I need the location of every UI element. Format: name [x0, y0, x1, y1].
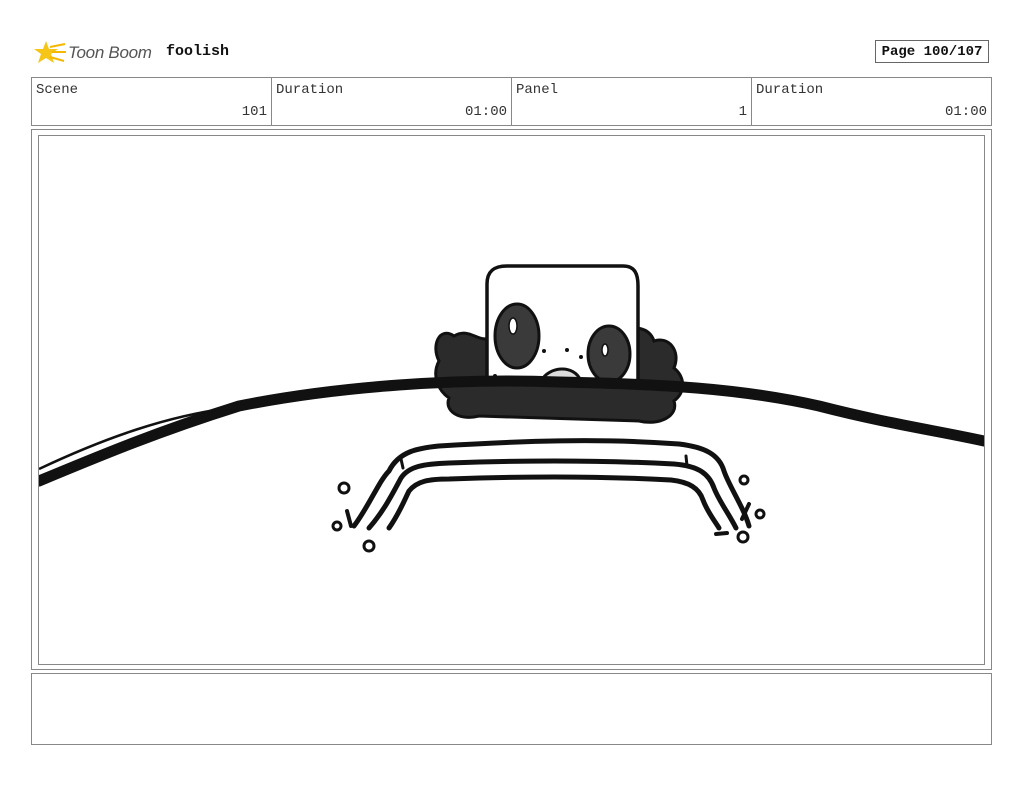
character-left-eye: [493, 302, 541, 370]
panel-label: Panel: [516, 82, 559, 98]
handle-middle: [366, 458, 739, 531]
panel-drawing: [39, 264, 984, 553]
star-burst-icon: [34, 41, 66, 63]
toon-boom-logo: Toon Boom: [32, 36, 158, 70]
panel-cell: Panel 1: [512, 78, 752, 125]
scene-cell: Scene 101: [32, 78, 272, 125]
scene-duration-cell: Duration 01:00: [272, 78, 512, 125]
panel-notes-area: [31, 673, 992, 745]
scene-label: Scene: [36, 82, 79, 98]
character-right-eye: [586, 324, 632, 384]
panel-info-row: Scene 101 Duration 01:00 Panel 1 Duratio…: [31, 77, 992, 126]
logo-text: Toon Boom: [68, 43, 152, 62]
panel-duration-label: Duration: [756, 82, 824, 98]
handle-inner: [386, 474, 722, 531]
panel-duration-cell: Duration 01:00: [752, 78, 991, 125]
project-title: foolish: [166, 43, 230, 60]
scene-duration-label: Duration: [276, 82, 344, 98]
scene-value: 101: [241, 104, 267, 120]
panel-value: 1: [738, 104, 747, 120]
storyboard-panel-image: [38, 135, 985, 665]
scene-duration-value: 01:00: [464, 104, 507, 120]
page-indicator: Page 100/107: [875, 40, 989, 63]
panel-duration-value: 01:00: [944, 104, 987, 120]
storyboard-panel-frame: [31, 129, 992, 670]
